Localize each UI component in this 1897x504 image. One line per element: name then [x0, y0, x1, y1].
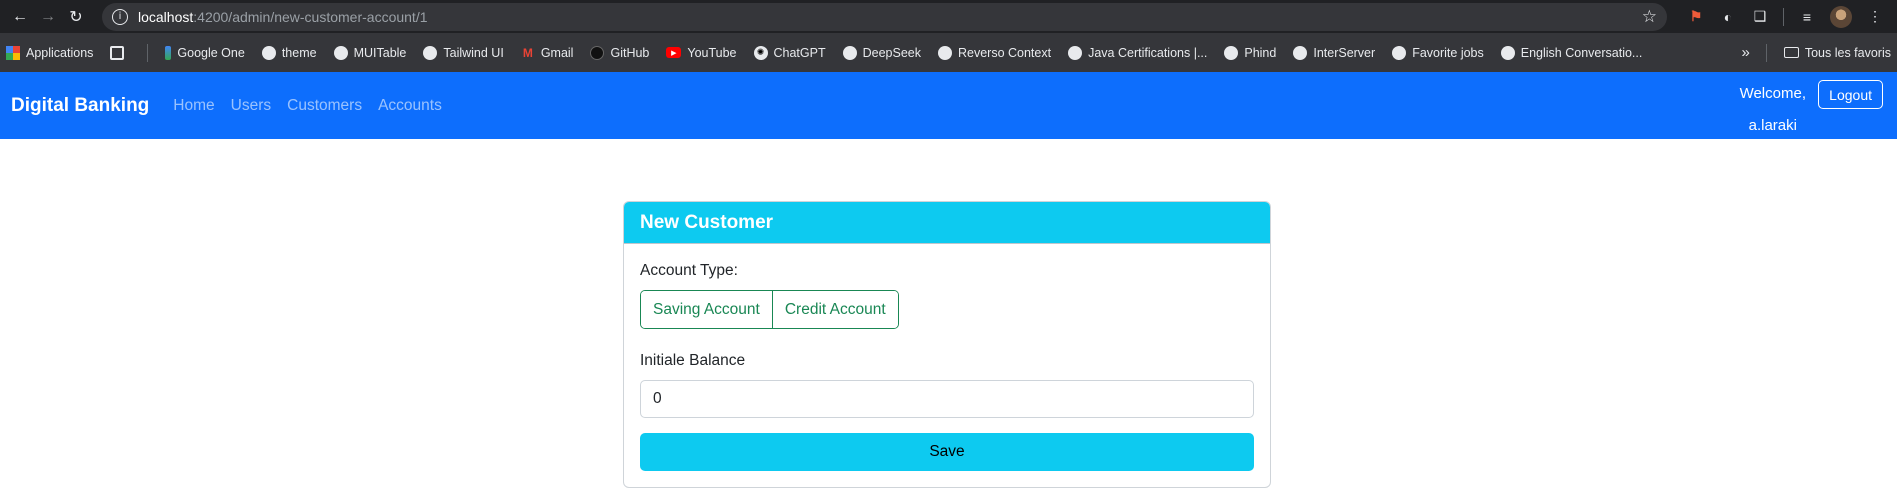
username: a.laraki	[1748, 117, 1797, 134]
bookmark-label: DeepSeek	[862, 45, 921, 60]
bookmark-star-icon[interactable]: ☆	[1642, 7, 1657, 27]
bookmark-apps-shortcut[interactable]	[110, 45, 130, 60]
bookmark-label: ChatGPT	[773, 45, 826, 60]
brand-title[interactable]: Digital Banking	[11, 95, 149, 117]
folder-icon	[1783, 47, 1799, 58]
grid-view-icon	[110, 45, 125, 60]
globe-icon	[423, 45, 438, 60]
puzzle-extensions-icon[interactable]: ❑	[1751, 8, 1769, 26]
bookmark-label: Reverso Context	[957, 45, 1052, 60]
url-path: :4200/admin/new-customer-account/1	[193, 8, 428, 25]
globe-icon	[842, 45, 857, 60]
bookmark-reverso[interactable]: Reverso Context	[937, 45, 1052, 60]
gmail-icon: M	[522, 45, 533, 60]
profile-avatar[interactable]	[1830, 5, 1852, 28]
bookmark-label: theme	[281, 45, 317, 60]
bookmark-github[interactable]: GitHub	[590, 45, 650, 60]
more-bookmarks-chevron-icon[interactable]: »	[1742, 44, 1750, 61]
reload-icon[interactable]: ↻	[62, 3, 90, 31]
globe-icon	[333, 45, 348, 60]
bookmark-divider	[147, 43, 149, 62]
globe-icon	[1392, 45, 1407, 60]
bookmark-label: MUITable	[353, 45, 407, 60]
new-customer-card: New Customer Account Type: Saving Accoun…	[623, 201, 1271, 488]
bookmark-label: YouTube	[687, 45, 737, 60]
account-type-label: Account Type:	[640, 262, 738, 279]
address-bar[interactable]: i localhost:4200/admin/new-customer-acco…	[102, 2, 1667, 31]
chatgpt-icon: ✺	[753, 45, 768, 60]
bookmark-label: InterServer	[1313, 45, 1376, 60]
folder-label: Tous les favoris	[1804, 45, 1891, 60]
credit-account-option[interactable]: Credit Account	[771, 291, 898, 328]
account-type-toggle: Saving Account Credit Account	[640, 290, 899, 329]
bookmark-divider	[1765, 43, 1767, 62]
bookmark-label: GitHub	[610, 45, 650, 60]
nav-link-customers[interactable]: Customers	[287, 97, 362, 115]
bookmark-deepseek[interactable]: DeepSeek	[842, 45, 921, 60]
bookmark-gmail[interactable]: M Gmail	[521, 46, 574, 60]
google-one-icon	[165, 45, 172, 60]
globe-icon	[1293, 45, 1308, 60]
all-bookmarks-folder[interactable]: Tous les favoris	[1783, 45, 1891, 60]
bookmark-label: Gmail	[540, 45, 574, 60]
bookmark-label: English Conversatio...	[1520, 45, 1643, 60]
back-arrow-icon[interactable]: ←	[6, 3, 34, 31]
saving-account-option[interactable]: Saving Account	[641, 291, 772, 328]
globe-icon	[937, 45, 952, 60]
bookmark-label: Applications	[26, 45, 94, 60]
bookmark-phind[interactable]: Phind	[1224, 45, 1277, 60]
bookmark-applications[interactable]: Applications	[6, 45, 94, 60]
welcome-message: Welcome, a.laraki	[1740, 78, 1806, 142]
card-title: New Customer	[624, 202, 1270, 244]
bookmarks-bar: Applications Google One theme MUITable T…	[0, 33, 1897, 72]
bookmark-theme[interactable]: theme	[261, 45, 317, 60]
pdf-extension-icon[interactable]: ⚑	[1687, 8, 1705, 26]
github-icon	[590, 45, 605, 60]
url-host: localhost	[138, 8, 194, 25]
globe-icon	[1224, 45, 1239, 60]
save-button[interactable]: Save	[640, 433, 1254, 471]
forward-arrow-icon[interactable]: →	[34, 3, 62, 31]
bookmark-muitable[interactable]: MUITable	[333, 45, 407, 60]
extension-circle-icon[interactable]: ◐	[1719, 8, 1737, 26]
nav-link-users[interactable]: Users	[231, 97, 271, 115]
globe-icon	[261, 45, 276, 60]
bookmark-label: Favorite jobs	[1412, 45, 1484, 60]
globe-icon	[1500, 45, 1515, 60]
toolbar-divider	[1783, 7, 1784, 26]
initial-balance-input[interactable]: 0	[640, 380, 1254, 418]
bookmark-label: Google One	[177, 45, 245, 60]
bookmark-favorite-jobs[interactable]: Favorite jobs	[1392, 45, 1484, 60]
kebab-menu-icon[interactable]: ⋮	[1866, 8, 1884, 26]
bookmark-label: Java Certifications |...	[1088, 45, 1208, 60]
bookmark-label: Tailwind UI	[443, 45, 504, 60]
browser-toolbar: ← → ↻ i localhost:4200/admin/new-custome…	[0, 0, 1897, 33]
bookmark-java-cert[interactable]: Java Certifications |...	[1068, 45, 1208, 60]
site-info-icon[interactable]: i	[112, 8, 128, 25]
reading-list-icon[interactable]: ≡	[1798, 8, 1816, 26]
nav-link-accounts[interactable]: Accounts	[378, 97, 442, 115]
bookmark-google-one[interactable]: Google One	[165, 45, 245, 60]
bookmark-tailwind[interactable]: Tailwind UI	[423, 45, 504, 60]
globe-icon	[1068, 45, 1083, 60]
nav-link-home[interactable]: Home	[173, 97, 214, 115]
app-navbar: Digital Banking Home Users Customers Acc…	[0, 72, 1897, 139]
logout-button[interactable]: Logout	[1818, 80, 1883, 109]
welcome-text: Welcome,	[1739, 85, 1806, 102]
bookmark-interserver[interactable]: InterServer	[1293, 45, 1376, 60]
bookmark-english[interactable]: English Conversatio...	[1500, 45, 1643, 60]
apps-grid-icon	[6, 45, 20, 60]
bookmark-label: Phind	[1244, 45, 1277, 60]
bookmark-chatgpt[interactable]: ✺ ChatGPT	[753, 45, 826, 60]
initial-balance-label: Initiale Balance	[640, 352, 746, 369]
bookmark-youtube[interactable]: ▶ YouTube	[666, 45, 737, 60]
youtube-icon: ▶	[666, 47, 682, 58]
card-body: Account Type: Saving Account Credit Acco…	[624, 244, 1270, 487]
